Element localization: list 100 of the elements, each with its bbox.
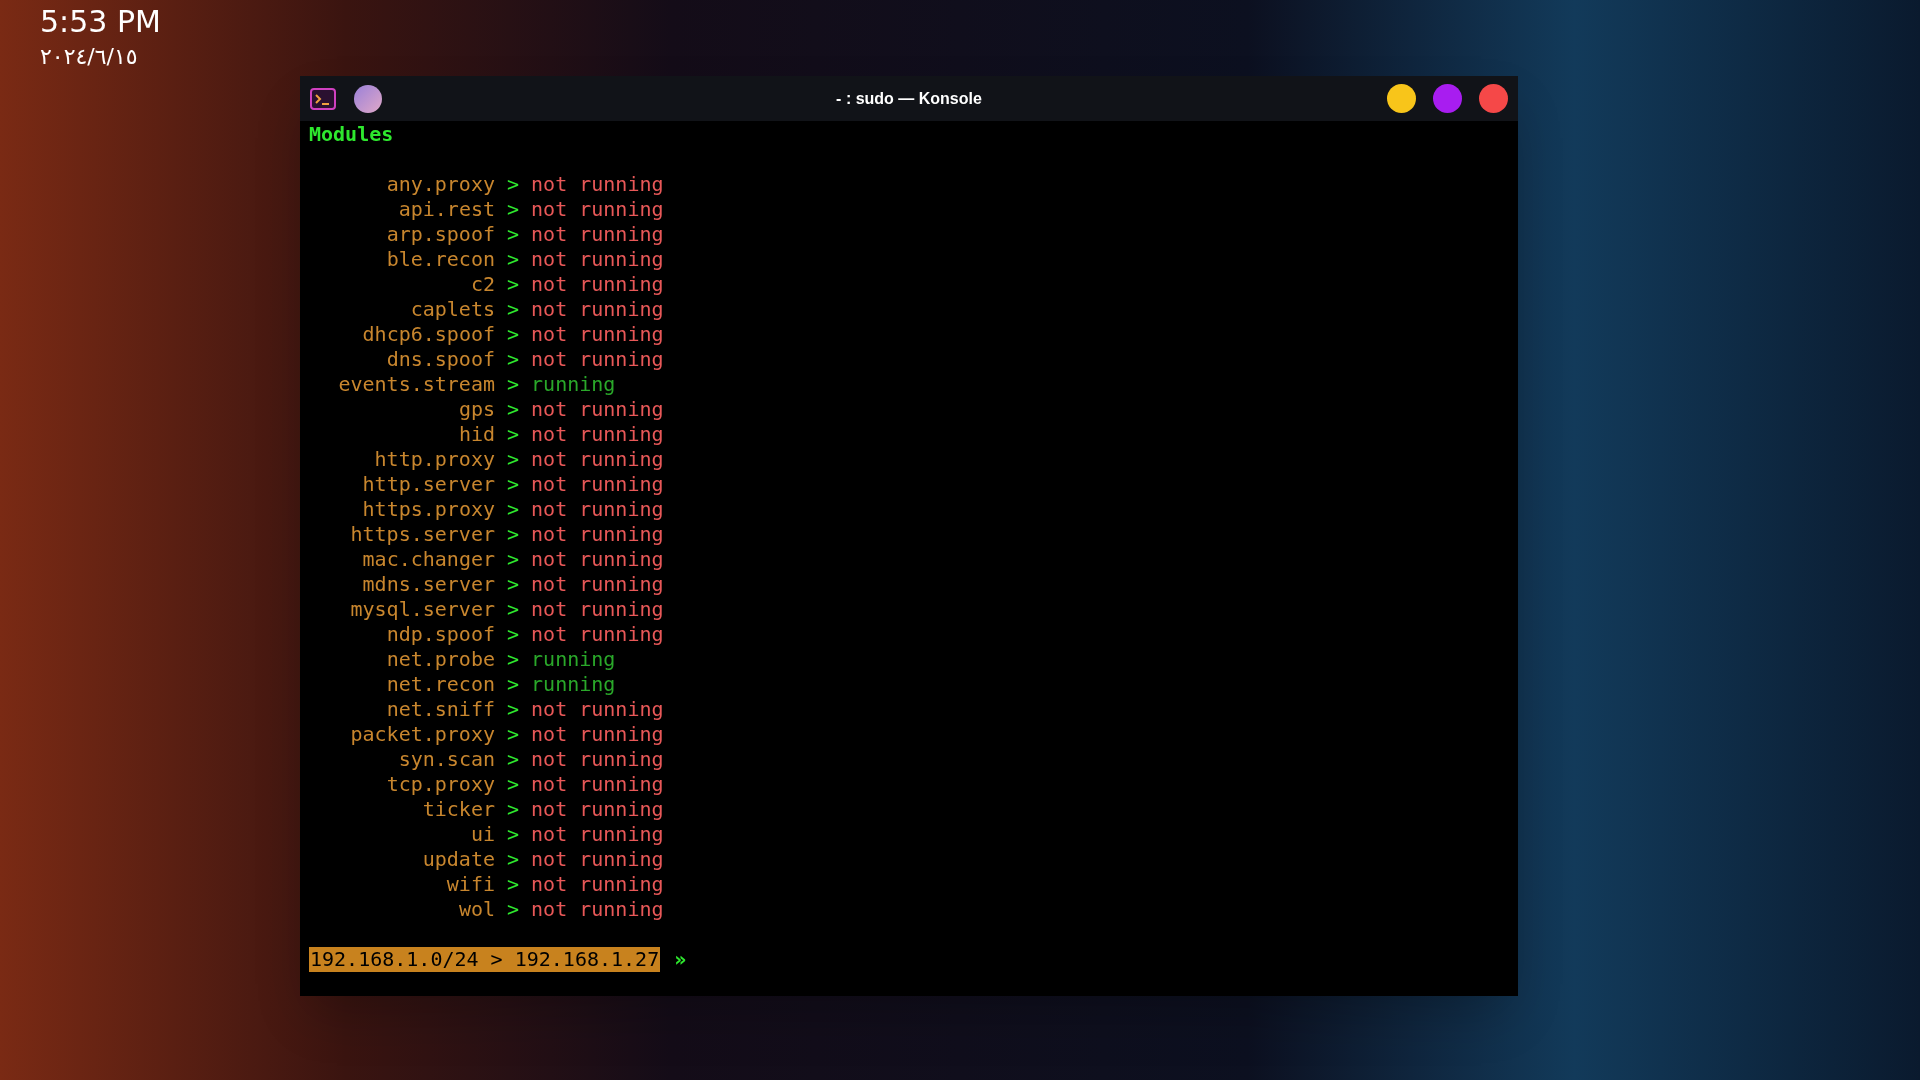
prompt-segment: 192.168.1.0/24 > 192.168.1.27 [309,947,661,972]
module-status: not running [531,197,664,222]
module-name: ndp.spoof [385,622,495,647]
module-name: any.proxy [385,172,495,197]
module-name: tcp.proxy [385,772,495,797]
separator: > [507,372,520,397]
module-status: not running [531,572,664,597]
separator: > [507,322,520,347]
module-status: not running [531,772,664,797]
module-name: syn.scan [397,747,495,772]
clock-date: ٢٠٢٤/٦/١٥ [40,43,139,71]
module-status: not running [531,172,664,197]
separator: > [507,222,520,247]
module-name: update [421,847,495,872]
module-status: not running [531,497,664,522]
module-name: mysql.server [349,597,495,622]
maximize-button[interactable] [1433,84,1462,113]
separator: > [507,797,520,822]
separator: > [507,397,520,422]
module-status: running [531,647,616,672]
module-status: not running [531,897,664,922]
separator: > [507,747,520,772]
separator: > [507,722,520,747]
module-status: not running [531,847,664,872]
module-status: not running [531,522,664,547]
module-status: running [531,372,616,397]
separator: > [507,172,520,197]
separator: > [507,522,520,547]
separator: > [507,497,520,522]
module-name: ticker [421,797,495,822]
module-status: not running [531,422,664,447]
module-status: not running [531,622,664,647]
module-name: c2 [469,272,495,297]
module-status: not running [531,297,664,322]
module-name: hid [457,422,495,447]
module-status: running [531,672,616,697]
module-name: wifi [445,872,495,897]
separator: > [507,572,520,597]
module-name: https.server [349,522,495,547]
module-name: net.sniff [385,697,495,722]
module-status: not running [531,222,664,247]
separator: > [507,272,520,297]
module-name: wol [457,897,495,922]
pin-button[interactable] [354,84,382,113]
module-status: not running [531,872,664,897]
separator: > [507,622,520,647]
close-button[interactable] [1479,84,1508,113]
module-status: not running [531,747,664,772]
clock-time: 5:53 PM [40,3,161,41]
module-name: mdns.server [361,572,495,597]
separator: > [507,347,520,372]
module-name: https.proxy [361,497,495,522]
module-name: net.recon [385,672,495,697]
module-status: not running [531,447,664,472]
separator: > [507,247,520,272]
module-status: not running [531,547,664,572]
module-status: not running [531,697,664,722]
module-name: ble.recon [385,247,495,272]
prompt-marker: » [674,947,687,972]
module-status: not running [531,597,664,622]
window-title: - : sudo — Konsole [836,88,982,109]
module-name: arp.spoof [385,222,495,247]
separator: > [507,772,520,797]
module-status: not running [531,472,664,497]
module-name: gps [457,397,495,422]
separator: > [507,547,520,572]
module-status: not running [531,247,664,272]
module-status: not running [531,797,664,822]
module-status: not running [531,272,664,297]
separator: > [507,897,520,922]
module-name: net.probe [385,647,495,672]
module-name: events.stream [337,372,495,397]
separator: > [507,447,520,472]
module-name: http.proxy [373,447,495,472]
separator: > [507,597,520,622]
module-name: packet.proxy [349,722,495,747]
module-status: not running [531,322,664,347]
minimize-button[interactable] [1387,84,1416,113]
module-status: not running [531,722,664,747]
module-name: api.rest [397,197,495,222]
separator: > [507,472,520,497]
module-name: mac.changer [361,547,495,572]
separator: > [507,822,520,847]
separator: > [507,647,520,672]
module-name: http.server [361,472,495,497]
separator: > [507,297,520,322]
separator: > [507,872,520,897]
separator: > [507,422,520,447]
module-name: dhcp6.spoof [361,322,495,347]
module-status: not running [531,397,664,422]
section-heading: Modules [309,122,394,147]
separator: > [507,672,520,697]
module-name: ui [469,822,495,847]
terminal-icon [310,87,336,110]
separator: > [507,847,520,872]
module-status: not running [531,822,664,847]
separator: > [507,697,520,722]
module-name: caplets [409,297,495,322]
module-status: not running [531,347,664,372]
module-name: dns.spoof [385,347,495,372]
